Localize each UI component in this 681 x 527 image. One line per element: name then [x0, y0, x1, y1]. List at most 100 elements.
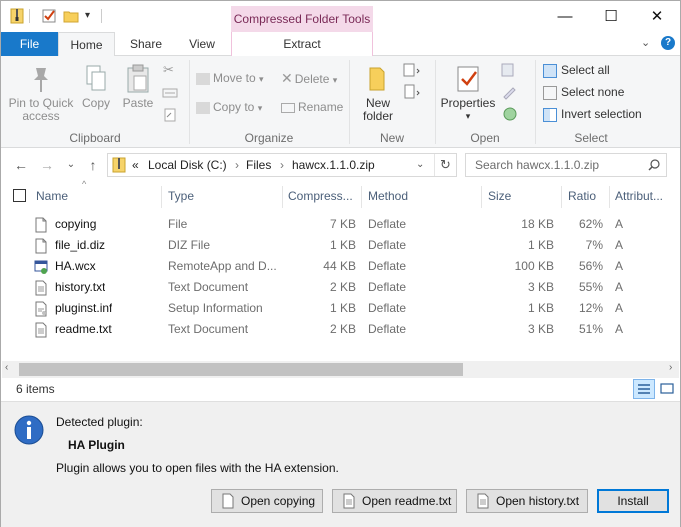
close-button[interactable]: ✕	[634, 1, 680, 32]
paste-shortcut-icon[interactable]	[163, 108, 177, 122]
file-type: File	[168, 217, 188, 231]
file-name[interactable]: copying	[55, 214, 96, 235]
qat-dropdown-icon[interactable]: ▾	[85, 10, 90, 21]
properties-icon[interactable]	[41, 8, 57, 24]
ribbon-home: Pin to Quick access Copy Paste ✂ Clipboa…	[1, 56, 680, 148]
select-all-label: Select all	[561, 63, 610, 77]
breadcrumb-overflow[interactable]: «	[132, 154, 139, 176]
column-header-name[interactable]: Name	[36, 184, 68, 208]
delete-icon: ✕	[281, 70, 293, 86]
open-history-label: Open history.txt	[496, 494, 580, 508]
file-name[interactable]: HA.wcx	[55, 256, 96, 277]
file-row[interactable]: readme.txt Text Document 2 KB Deflate 3 KB 51…	[31, 319, 671, 340]
scroll-left-icon[interactable]: ‹	[5, 362, 8, 373]
scroll-right-icon[interactable]: ›	[669, 362, 672, 373]
move-to-button[interactable]: Move to ▾	[196, 68, 264, 88]
open-copying-button[interactable]: Open copying	[211, 489, 323, 513]
rename-button[interactable]: Rename	[281, 97, 343, 117]
select-none-button[interactable]: Select none	[543, 82, 624, 102]
delete-button[interactable]: ✕ Delete ▾	[281, 68, 337, 88]
recent-locations-button[interactable]: ⌄	[61, 155, 81, 175]
back-button[interactable]: ←	[11, 155, 31, 175]
install-button[interactable]: Install	[597, 489, 669, 513]
column-divider[interactable]	[561, 186, 562, 208]
column-divider[interactable]	[161, 186, 162, 208]
tab-share[interactable]: Share	[124, 32, 168, 56]
copy-button[interactable]: Copy	[79, 64, 113, 110]
new-item-icon[interactable]	[403, 62, 421, 78]
file-name[interactable]: pluginst.inf	[55, 298, 112, 319]
folder-icon	[369, 67, 385, 91]
search-box[interactable]: Search hawcx.1.1.0.zip	[465, 153, 667, 177]
file-name[interactable]: history.txt	[55, 277, 105, 298]
file-row[interactable]: file_id.diz DIZ File 1 KB Deflate 1 KB 7% A	[31, 235, 671, 256]
column-divider[interactable]	[282, 186, 283, 208]
scrollbar-thumb[interactable]	[19, 363, 463, 376]
column-divider[interactable]	[481, 186, 482, 208]
breadcrumb-local-disk[interactable]: Local Disk (C:)	[148, 154, 227, 176]
history-icon[interactable]	[501, 106, 519, 122]
tab-view[interactable]: View	[182, 32, 222, 56]
breadcrumb-zip[interactable]: hawcx.1.1.0.zip	[292, 154, 375, 176]
new-group-label: New	[379, 131, 404, 145]
tab-home[interactable]: Home	[58, 32, 115, 57]
column-header-compressed[interactable]: Compress...	[288, 184, 353, 208]
column-divider[interactable]	[361, 186, 362, 208]
open-icon[interactable]	[501, 62, 519, 78]
properties-label: Properties	[440, 96, 496, 110]
column-header-method[interactable]: Method	[368, 184, 408, 208]
copy-path-icon[interactable]	[162, 86, 178, 100]
refresh-icon[interactable]: ↻	[440, 154, 451, 176]
file-method: Deflate	[368, 322, 407, 336]
column-divider[interactable]	[609, 186, 610, 208]
paste-label: Paste	[122, 96, 154, 110]
new-folder-icon[interactable]	[63, 8, 79, 24]
tab-file[interactable]: File	[1, 32, 58, 56]
file-size: 1 KB	[527, 238, 554, 252]
file-type: RemoteApp and D...	[168, 259, 277, 273]
file-row[interactable]: copying File 7 KB Deflate 18 KB 62% A	[31, 214, 671, 235]
copy-to-button[interactable]: Copy to ▾	[196, 97, 262, 117]
open-history-button[interactable]: Open history.txt	[466, 489, 588, 513]
file-compressed: 44 KB	[323, 259, 356, 273]
search-icon	[648, 159, 660, 171]
column-header-size[interactable]: Size	[488, 184, 511, 208]
pin-quick-access-button[interactable]: Pin to Quick access	[6, 64, 76, 123]
breadcrumb-files[interactable]: Files	[246, 154, 271, 176]
easy-access-icon[interactable]	[403, 84, 421, 100]
file-ratio: 51%	[578, 322, 603, 336]
column-header-type[interactable]: Type	[168, 184, 194, 208]
file-name[interactable]: readme.txt	[55, 319, 112, 340]
info-icon	[14, 415, 44, 445]
select-all-button[interactable]: Select all	[543, 60, 610, 80]
address-bar[interactable]: « Local Disk (C:) › Files › hawcx.1.1.0.…	[107, 153, 457, 177]
select-all-checkbox[interactable]	[13, 189, 26, 202]
large-icons-view-button[interactable]	[658, 380, 676, 398]
file-row[interactable]: HA.wcx RemoteApp and D... 44 KB Deflate 100 …	[31, 256, 671, 277]
column-header-ratio[interactable]: Ratio	[568, 184, 596, 208]
invert-selection-button[interactable]: Invert selection	[543, 104, 642, 124]
new-folder-button[interactable]: New folder	[357, 64, 399, 123]
help-icon[interactable]: ?	[661, 36, 675, 50]
file-name[interactable]: file_id.diz	[55, 235, 105, 256]
file-row[interactable]: history.txt Text Document 2 KB Deflate 3 KB 5…	[31, 277, 671, 298]
edit-icon[interactable]	[501, 84, 519, 100]
file-ratio: 55%	[578, 280, 603, 294]
maximize-button[interactable]: ☐	[588, 1, 634, 32]
up-button[interactable]: ↑	[83, 155, 103, 175]
file-row[interactable]: pluginst.inf Setup Information 1 KB Deflate…	[31, 298, 671, 319]
collapse-ribbon-icon[interactable]: ⌄	[641, 36, 650, 49]
address-dropdown-icon[interactable]: ⌄	[416, 154, 424, 176]
cut-icon[interactable]: ✂	[163, 62, 174, 78]
forward-button[interactable]: →	[37, 155, 57, 175]
tab-extract[interactable]: Extract	[231, 32, 373, 56]
column-header-attributes[interactable]: Attribut...	[615, 184, 663, 208]
paste-button[interactable]: Paste	[119, 64, 157, 110]
details-view-button[interactable]	[633, 379, 655, 399]
zip-folder-icon	[112, 157, 126, 173]
minimize-button[interactable]: —	[542, 1, 588, 32]
properties-button[interactable]: Properties ▾	[440, 64, 496, 123]
select-all-icon	[543, 63, 557, 78]
horizontal-scrollbar[interactable]: ‹ ›	[2, 361, 679, 378]
open-readme-button[interactable]: Open readme.txt	[332, 489, 457, 513]
